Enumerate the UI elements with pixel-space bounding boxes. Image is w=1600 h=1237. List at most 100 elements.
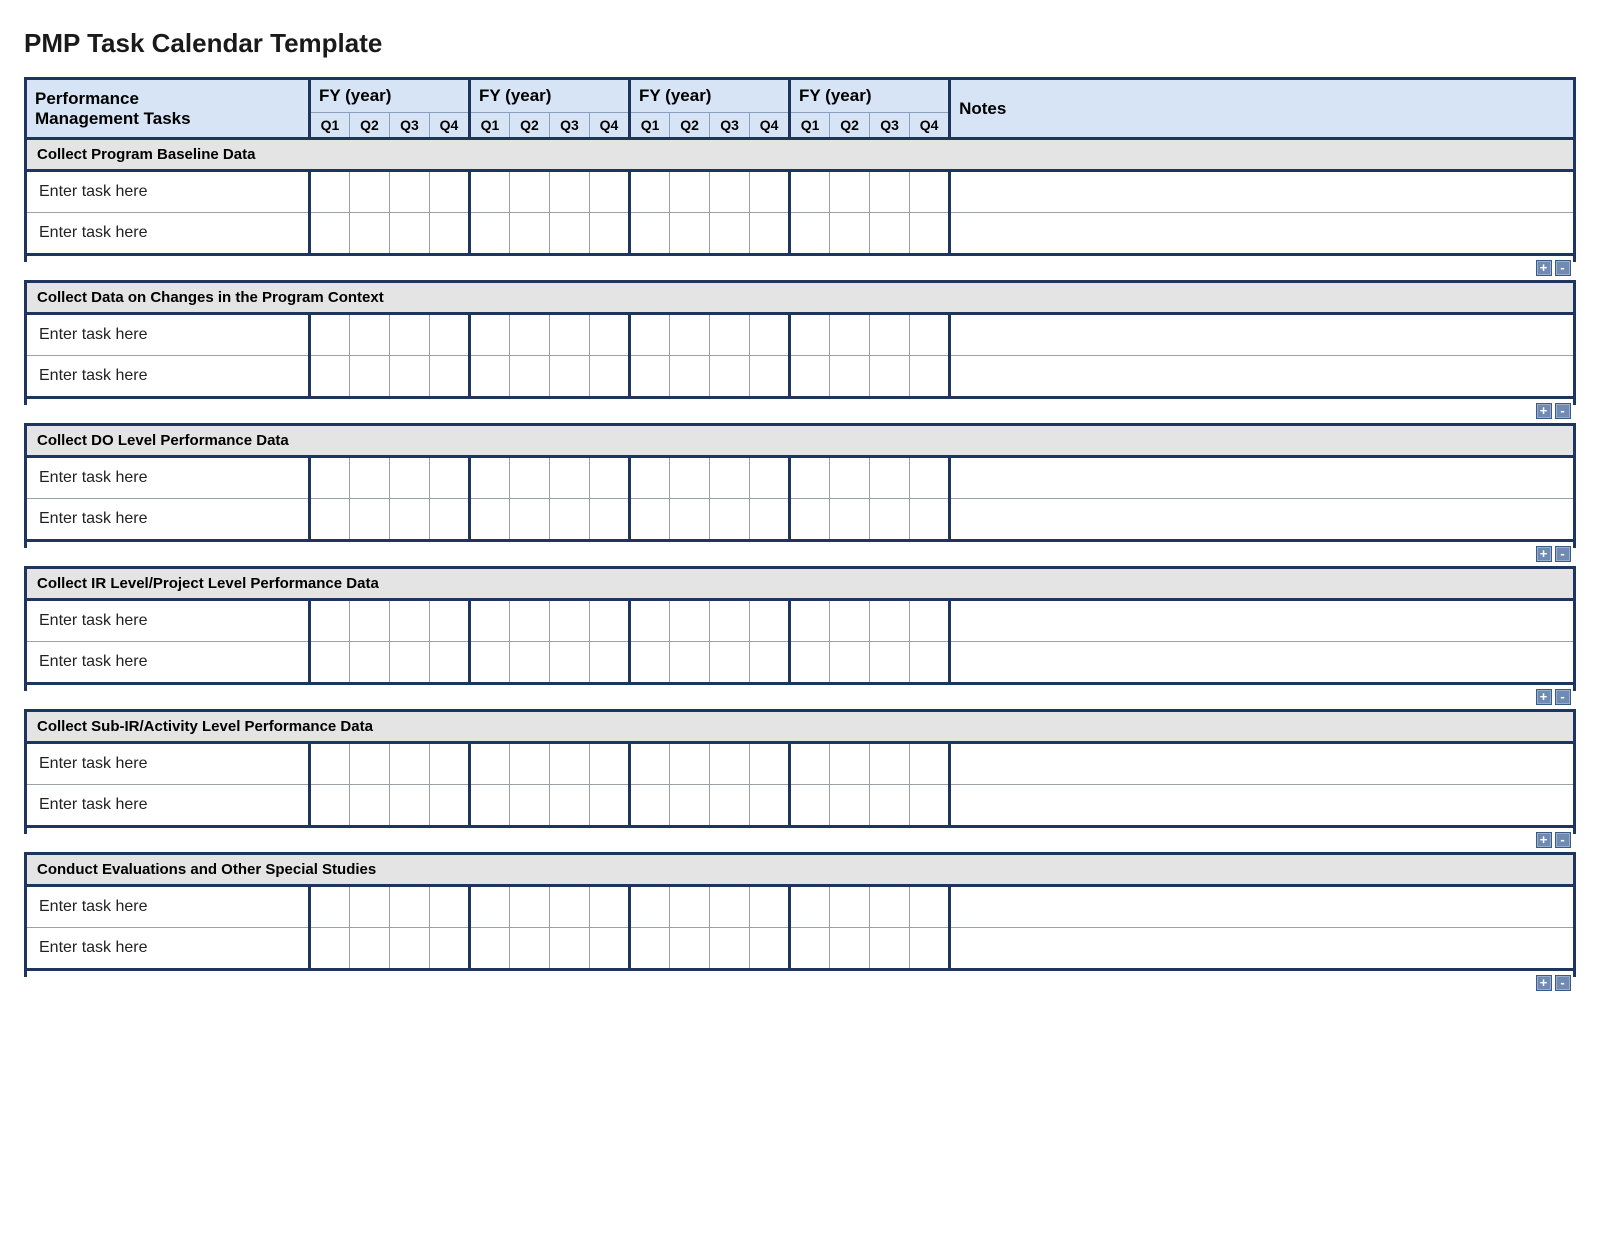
q-cell[interactable] (590, 886, 630, 928)
q-cell[interactable] (750, 743, 790, 785)
q-cell[interactable] (910, 499, 950, 541)
notes-cell[interactable] (950, 213, 1575, 255)
q-cell[interactable] (830, 213, 870, 255)
q-cell[interactable] (830, 886, 870, 928)
q-cell[interactable] (630, 213, 670, 255)
q-cell[interactable] (390, 785, 430, 827)
q-cell[interactable] (390, 600, 430, 642)
q-cell[interactable] (590, 499, 630, 541)
remove-row-button[interactable]: - (1555, 975, 1571, 991)
q-cell[interactable] (630, 785, 670, 827)
q-cell[interactable] (830, 785, 870, 827)
q-cell[interactable] (350, 314, 390, 356)
q-cell[interactable] (310, 213, 350, 255)
q-cell[interactable] (510, 886, 550, 928)
q-cell[interactable] (310, 356, 350, 398)
q-cell[interactable] (710, 743, 750, 785)
q-cell[interactable] (670, 785, 710, 827)
q-cell[interactable] (470, 928, 510, 970)
q-cell[interactable] (670, 356, 710, 398)
q-cell[interactable] (470, 314, 510, 356)
q-cell[interactable] (310, 499, 350, 541)
q-cell[interactable] (630, 171, 670, 213)
q-cell[interactable] (790, 886, 830, 928)
q-cell[interactable] (910, 886, 950, 928)
q-cell[interactable] (630, 642, 670, 684)
q-cell[interactable] (510, 785, 550, 827)
q-cell[interactable] (590, 171, 630, 213)
q-cell[interactable] (430, 743, 470, 785)
q-cell[interactable] (390, 457, 430, 499)
q-cell[interactable] (390, 499, 430, 541)
q-cell[interactable] (750, 600, 790, 642)
q-cell[interactable] (310, 171, 350, 213)
q-cell[interactable] (630, 499, 670, 541)
q-cell[interactable] (670, 642, 710, 684)
q-cell[interactable] (670, 314, 710, 356)
q-cell[interactable] (910, 600, 950, 642)
q-cell[interactable] (310, 886, 350, 928)
q-cell[interactable] (790, 457, 830, 499)
q-cell[interactable] (590, 600, 630, 642)
q-cell[interactable] (710, 457, 750, 499)
q-cell[interactable] (310, 642, 350, 684)
q-cell[interactable] (350, 499, 390, 541)
q-cell[interactable] (510, 642, 550, 684)
q-cell[interactable] (470, 886, 510, 928)
notes-cell[interactable] (950, 886, 1575, 928)
q-cell[interactable] (390, 171, 430, 213)
q-cell[interactable] (790, 600, 830, 642)
q-cell[interactable] (310, 600, 350, 642)
q-cell[interactable] (550, 928, 590, 970)
q-cell[interactable] (590, 642, 630, 684)
q-cell[interactable] (790, 171, 830, 213)
q-cell[interactable] (870, 499, 910, 541)
task-cell[interactable]: Enter task here (26, 171, 310, 213)
remove-row-button[interactable]: - (1555, 689, 1571, 705)
add-row-button[interactable]: + (1536, 689, 1552, 705)
q-cell[interactable] (750, 213, 790, 255)
q-cell[interactable] (350, 928, 390, 970)
task-cell[interactable]: Enter task here (26, 314, 310, 356)
q-cell[interactable] (710, 785, 750, 827)
q-cell[interactable] (510, 213, 550, 255)
q-cell[interactable] (870, 600, 910, 642)
q-cell[interactable] (670, 886, 710, 928)
q-cell[interactable] (550, 886, 590, 928)
notes-cell[interactable] (950, 171, 1575, 213)
q-cell[interactable] (870, 642, 910, 684)
q-cell[interactable] (470, 213, 510, 255)
q-cell[interactable] (390, 743, 430, 785)
q-cell[interactable] (670, 457, 710, 499)
q-cell[interactable] (430, 499, 470, 541)
q-cell[interactable] (870, 171, 910, 213)
q-cell[interactable] (750, 886, 790, 928)
remove-row-button[interactable]: - (1555, 832, 1571, 848)
q-cell[interactable] (830, 642, 870, 684)
task-cell[interactable]: Enter task here (26, 785, 310, 827)
q-cell[interactable] (390, 314, 430, 356)
q-cell[interactable] (430, 213, 470, 255)
q-cell[interactable] (550, 785, 590, 827)
q-cell[interactable] (470, 785, 510, 827)
q-cell[interactable] (670, 171, 710, 213)
q-cell[interactable] (910, 785, 950, 827)
q-cell[interactable] (350, 356, 390, 398)
q-cell[interactable] (790, 356, 830, 398)
q-cell[interactable] (430, 785, 470, 827)
notes-cell[interactable] (950, 928, 1575, 970)
q-cell[interactable] (750, 171, 790, 213)
q-cell[interactable] (710, 171, 750, 213)
q-cell[interactable] (910, 171, 950, 213)
q-cell[interactable] (870, 928, 910, 970)
q-cell[interactable] (910, 356, 950, 398)
q-cell[interactable] (750, 785, 790, 827)
notes-cell[interactable] (950, 600, 1575, 642)
q-cell[interactable] (630, 928, 670, 970)
notes-cell[interactable] (950, 457, 1575, 499)
q-cell[interactable] (790, 314, 830, 356)
q-cell[interactable] (670, 499, 710, 541)
add-row-button[interactable]: + (1536, 546, 1552, 562)
q-cell[interactable] (390, 642, 430, 684)
q-cell[interactable] (750, 314, 790, 356)
